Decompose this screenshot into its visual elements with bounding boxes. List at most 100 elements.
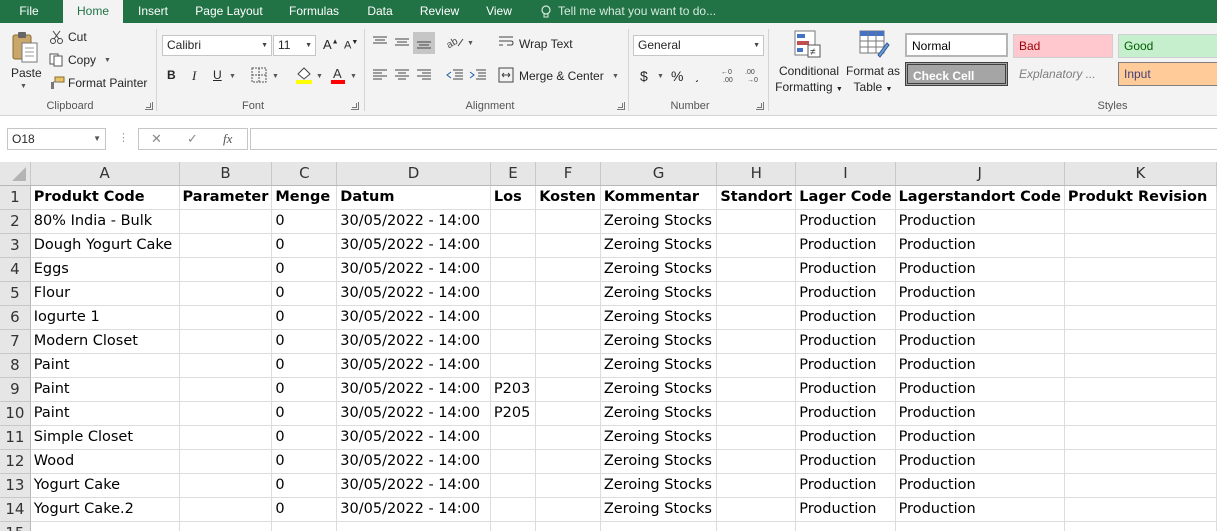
align-center-icon[interactable] [394,69,410,84]
cell[interactable]: Production [895,233,1065,258]
cell[interactable] [179,449,273,474]
cell[interactable] [535,329,601,354]
cell[interactable]: Zeroing Stocks [600,305,718,330]
row-header[interactable]: 8 [0,353,31,378]
cell[interactable]: Zeroing Stocks [600,377,718,402]
row-header[interactable]: 7 [0,329,31,354]
header-cell[interactable]: Lager Code [795,185,896,210]
cell[interactable] [179,497,273,522]
cell[interactable] [1064,473,1217,498]
borders-icon[interactable] [251,67,267,86]
cell[interactable] [490,473,537,498]
cell[interactable] [716,305,797,330]
cell[interactable]: Production [895,377,1065,402]
cell[interactable]: 0 [271,425,338,450]
align-middle-icon[interactable] [394,35,410,52]
borders-dropdown-icon[interactable]: ▼ [272,73,279,80]
align-top-icon[interactable] [372,35,388,52]
column-header-a[interactable]: A [30,162,180,186]
cell[interactable] [716,209,797,234]
column-header-j[interactable]: J [895,162,1065,186]
format-as-table-button[interactable]: Format as Table ▼ [843,63,903,98]
cell[interactable] [716,425,797,450]
cell[interactable]: 80% India - Bulk [30,209,180,234]
cell[interactable] [716,449,797,474]
increase-indent-icon[interactable] [469,69,487,84]
cell[interactable]: Production [895,329,1065,354]
header-cell[interactable]: Los [490,185,537,210]
header-cell[interactable]: Produkt Code [30,185,180,210]
cell[interactable]: Yogurt Cake.2 [30,497,180,522]
column-header-k[interactable]: K [1064,162,1217,186]
cell[interactable]: 0 [271,377,338,402]
style-good[interactable]: Good [1118,34,1217,58]
cell[interactable] [535,209,601,234]
comma-style-button[interactable]: ͵ [695,66,700,82]
conditional-formatting-button[interactable]: Conditional Formatting ▼ [772,63,846,98]
cell[interactable]: 30/05/2022 - 14:00 [336,425,491,450]
name-box[interactable]: O18 ▼ [7,128,106,150]
cell[interactable] [179,425,273,450]
cell[interactable] [179,281,273,306]
header-cell[interactable]: Produkt Revision [1064,185,1217,210]
cell[interactable]: Production [795,473,896,498]
row-header[interactable]: 1 [0,185,31,210]
cell[interactable]: 30/05/2022 - 14:00 [336,353,491,378]
cell[interactable]: 30/05/2022 - 14:00 [336,377,491,402]
row-header[interactable]: 15 [0,521,31,531]
cell[interactable] [30,521,180,531]
cell[interactable] [490,305,537,330]
cell[interactable]: Modern Closet [30,329,180,354]
copy-button[interactable]: Copy [68,53,96,67]
cell[interactable]: Paint [30,401,180,426]
cell[interactable] [716,353,797,378]
column-header-i[interactable]: I [795,162,896,186]
cell[interactable]: Zeroing Stocks [600,449,718,474]
cell[interactable]: 0 [271,329,338,354]
cancel-icon[interactable]: ✕ [151,131,162,147]
cell[interactable]: 0 [271,449,338,474]
header-cell[interactable]: Kosten [535,185,601,210]
font-color-icon[interactable]: A [330,66,346,87]
cell[interactable] [271,521,338,531]
select-all-corner[interactable] [0,162,31,186]
align-right-icon[interactable] [416,69,432,84]
cell[interactable]: Production [895,353,1065,378]
cell[interactable]: 30/05/2022 - 14:00 [336,401,491,426]
cell[interactable] [179,329,273,354]
tab-review[interactable]: Review [412,0,467,23]
cell[interactable]: Yogurt Cake [30,473,180,498]
merge-dropdown-icon[interactable]: ▼ [612,73,619,80]
style-normal[interactable]: Normal [905,33,1008,57]
cell[interactable] [535,521,601,531]
cell[interactable] [535,281,601,306]
cell[interactable]: Zeroing Stocks [600,233,718,258]
cell[interactable] [535,425,601,450]
cell[interactable]: Zeroing Stocks [600,425,718,450]
paste-dropdown-icon[interactable]: ▼ [20,83,27,90]
cell[interactable] [716,401,797,426]
font-launcher-icon[interactable] [351,102,359,110]
cell[interactable]: 0 [271,305,338,330]
cell[interactable]: 30/05/2022 - 14:00 [336,209,491,234]
cell[interactable] [490,353,537,378]
cell[interactable]: Production [795,425,896,450]
italic-button[interactable]: I [192,68,196,84]
cell[interactable]: 0 [271,353,338,378]
cell[interactable] [179,209,273,234]
cell[interactable] [490,233,537,258]
cell[interactable]: Production [895,209,1065,234]
cell[interactable]: 0 [271,257,338,282]
cell[interactable] [1064,209,1217,234]
cell[interactable]: Production [795,401,896,426]
cell[interactable]: Production [895,497,1065,522]
cell[interactable]: Production [795,257,896,282]
style-input[interactable]: Input [1118,62,1217,86]
cell[interactable] [490,257,537,282]
cell[interactable] [490,497,537,522]
column-header-e[interactable]: E [490,162,537,186]
cell[interactable] [179,353,273,378]
cell[interactable] [490,425,537,450]
cell[interactable] [795,521,896,531]
cell[interactable] [1064,329,1217,354]
